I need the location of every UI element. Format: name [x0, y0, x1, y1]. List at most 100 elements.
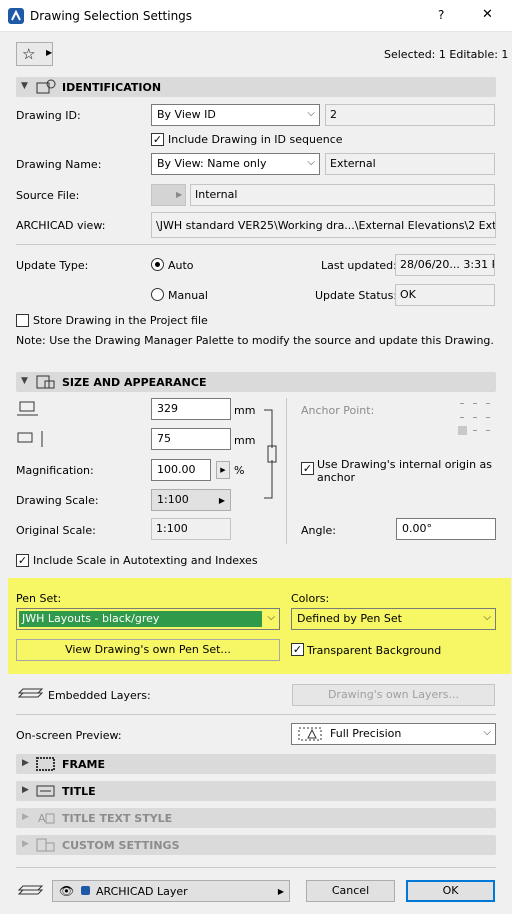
include-in-sequence-checkbox[interactable]: ✓	[151, 133, 164, 146]
drawing-id-field[interactable]: 2	[325, 104, 495, 126]
magnification-field[interactable]: 100.00	[151, 459, 211, 481]
drawing-scale-select[interactable]: 1:100 ▶	[151, 489, 231, 511]
section-title: IDENTIFICATION	[62, 81, 162, 94]
divider	[16, 714, 496, 715]
archicad-app-icon	[8, 8, 24, 24]
size-appearance-icon	[36, 375, 55, 389]
colors-label: Colors:	[291, 592, 330, 605]
source-file-label: Source File:	[16, 189, 80, 202]
width-unit: mm	[234, 404, 256, 417]
preview-icon	[298, 727, 322, 741]
close-button[interactable]: ✕	[482, 7, 493, 22]
identification-icon	[36, 79, 56, 94]
colors-value: Defined by Pen Set	[297, 612, 402, 625]
chevron-right-icon: ▶	[22, 839, 29, 849]
drawing-id-label: Drawing ID:	[16, 109, 81, 122]
anchor-point-label: Anchor Point:	[301, 404, 375, 417]
height-field[interactable]: 75	[151, 428, 231, 450]
window-title: Drawing Selection Settings	[30, 9, 193, 23]
embedded-layers-label: Embedded Layers:	[48, 689, 151, 702]
drawing-name-mode-value: By View: Name only	[157, 157, 267, 170]
chevron-right-icon: ▶	[46, 48, 53, 57]
width-field[interactable]: 329	[151, 398, 231, 420]
vertical-divider	[286, 398, 287, 544]
section-title: FRAME	[62, 758, 105, 771]
layer-value: ARCHICAD Layer	[96, 885, 188, 898]
update-status-label: Update Status:	[315, 289, 398, 302]
use-origin-checkbox[interactable]: ✓	[301, 462, 314, 475]
frame-section-header[interactable]: ▶ FRAME	[16, 754, 496, 774]
drawing-id-mode-value: By View ID	[157, 108, 216, 121]
store-drawing-checkbox[interactable]	[16, 314, 29, 327]
angle-label: Angle:	[301, 524, 337, 537]
custom-settings-section-header[interactable]: ▶ CUSTOM SETTINGS	[16, 835, 496, 855]
update-status-value: OK	[395, 284, 495, 306]
last-updated-label: Last updated:	[321, 259, 397, 272]
manager-note: Note: Use the Drawing Manager Palette to…	[16, 334, 494, 347]
view-pen-set-button[interactable]: View Drawing's own Pen Set...	[16, 639, 280, 661]
title-icon	[36, 785, 55, 797]
divider	[16, 244, 496, 245]
original-scale-value: 1:100	[151, 518, 231, 540]
drawing-id-mode-select[interactable]: By View ID ⌵	[151, 104, 320, 126]
section-title: TITLE	[62, 785, 96, 798]
title-bar: Drawing Selection Settings ? ✕	[0, 0, 512, 32]
update-manual-radio[interactable]	[151, 288, 164, 301]
drawing-scale-value: 1:100	[157, 493, 189, 506]
transparent-bg-checkbox[interactable]: ✓	[291, 643, 304, 656]
transparent-bg-label: Transparent Background	[307, 644, 442, 657]
drawing-name-label: Drawing Name:	[16, 158, 102, 171]
angle-field[interactable]: 0.00°	[396, 518, 496, 540]
title-section-header[interactable]: ▶ TITLE	[16, 781, 496, 801]
title-text-style-section-header[interactable]: ▶ A TITLE TEXT STYLE	[16, 808, 496, 828]
magnification-label: Magnification:	[16, 464, 94, 477]
section-title: SIZE AND APPEARANCE	[62, 376, 207, 389]
size-appearance-section-header[interactable]: ▼ SIZE AND APPEARANCE	[16, 372, 496, 392]
chain-link-icon[interactable]	[262, 408, 278, 500]
preview-select[interactable]: Full Precision ⌵	[291, 723, 496, 745]
layer-lock-icon	[81, 886, 90, 895]
height-unit: mm	[234, 434, 256, 447]
include-scale-label: Include Scale in Autotexting and Indexes	[33, 554, 258, 567]
help-button[interactable]: ?	[438, 8, 444, 22]
percent-label: %	[234, 464, 245, 477]
include-scale-checkbox[interactable]: ✓	[16, 554, 29, 567]
chevron-down-icon: ⌵	[307, 157, 315, 168]
drawing-name-field[interactable]: External	[325, 153, 495, 175]
chevron-right-icon: ▶	[277, 887, 284, 896]
update-manual-label: Manual	[168, 289, 208, 302]
layers-icon	[18, 885, 44, 895]
chevron-right-icon: ▶	[176, 190, 183, 199]
chevron-down-icon: ⌵	[267, 612, 275, 623]
chevron-down-icon: ⌵	[483, 727, 491, 738]
chevron-right-icon: ▶	[218, 496, 225, 505]
text-style-icon: A	[38, 812, 55, 825]
update-auto-label: Auto	[168, 259, 194, 272]
chevron-right-icon: ▶	[22, 812, 29, 822]
chevron-down-icon: ▼	[21, 81, 28, 91]
chevron-right-icon: ▶	[22, 758, 29, 768]
section-title: TITLE TEXT STYLE	[62, 812, 173, 825]
cancel-button[interactable]: Cancel	[306, 880, 395, 902]
source-file-button[interactable]: ▶	[151, 184, 186, 206]
favorites-button[interactable]: ☆ ▶	[16, 42, 53, 66]
anchor-point-grid[interactable]	[455, 400, 495, 436]
ok-button[interactable]: OK	[406, 880, 495, 902]
original-scale-label: Original Scale:	[16, 524, 96, 537]
chevron-down-icon: ⌵	[307, 108, 315, 119]
include-in-sequence-label: Include Drawing in ID sequence	[168, 133, 343, 146]
magnification-popup-button[interactable]: ▶	[216, 461, 230, 479]
svg-text:A: A	[38, 812, 46, 825]
update-type-label: Update Type:	[16, 259, 89, 272]
use-origin-label: Use Drawing's internal origin as anchor	[317, 458, 493, 484]
identification-section-header[interactable]: ▼ IDENTIFICATION	[16, 77, 496, 97]
layer-select[interactable]: 👁 ARCHICAD Layer ▶	[52, 880, 290, 902]
colors-select[interactable]: Defined by Pen Set ⌵	[291, 608, 496, 630]
drawing-name-mode-select[interactable]: By View: Name only ⌵	[151, 153, 320, 175]
width-icon	[17, 401, 38, 416]
drawing-layers-button[interactable]: Drawing's own Layers...	[292, 684, 495, 706]
pen-set-select[interactable]: JWH Layouts - black/grey ⌵	[16, 608, 280, 630]
update-auto-radio[interactable]	[151, 258, 164, 271]
selection-count: Selected: 1 Editable: 1	[384, 48, 509, 61]
archicad-view-label: ARCHICAD view:	[16, 219, 106, 232]
